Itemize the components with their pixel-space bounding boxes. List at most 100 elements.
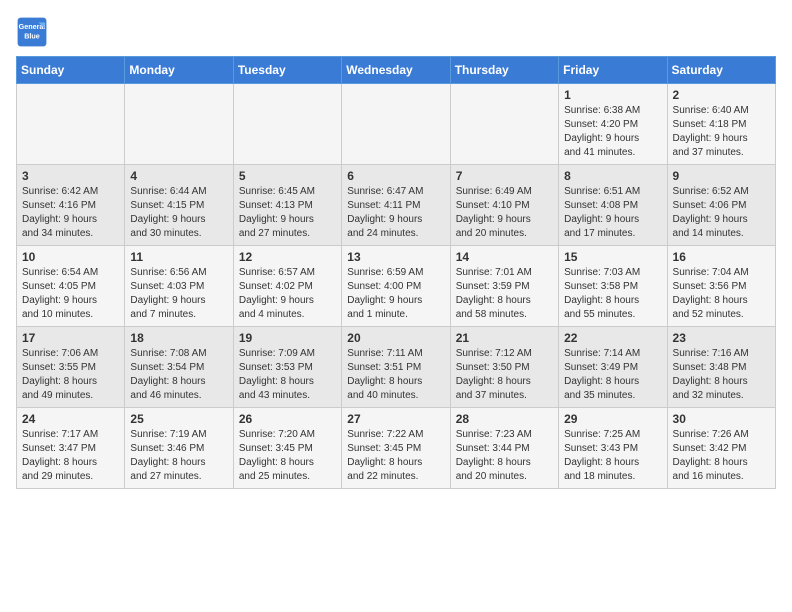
day-info: Sunrise: 7:17 AM Sunset: 3:47 PM Dayligh…	[22, 428, 119, 484]
day-info: Sunrise: 6:40 AM Sunset: 4:18 PM Dayligh…	[673, 104, 770, 160]
day-number: 14	[456, 250, 553, 264]
day-number: 10	[22, 250, 119, 264]
week-row-1: 1 Sunrise: 6:38 AM Sunset: 4:20 PM Daylig…	[17, 84, 776, 165]
day-info: Sunrise: 6:51 AM Sunset: 4:08 PM Dayligh…	[564, 185, 661, 241]
day-cell-2: 2 Sunrise: 6:40 AM Sunset: 4:18 PM Daylig…	[667, 84, 775, 165]
day-info: Sunrise: 6:47 AM Sunset: 4:11 PM Dayligh…	[347, 185, 444, 241]
empty-cell	[450, 84, 558, 165]
day-cell-18: 18 Sunrise: 7:08 AM Sunset: 3:54 PM Dayli…	[125, 327, 233, 408]
day-info: Sunrise: 7:22 AM Sunset: 3:45 PM Dayligh…	[347, 428, 444, 484]
day-info: Sunrise: 7:20 AM Sunset: 3:45 PM Dayligh…	[239, 428, 336, 484]
day-info: Sunrise: 7:01 AM Sunset: 3:59 PM Dayligh…	[456, 266, 553, 322]
day-number: 25	[130, 412, 227, 426]
day-number: 27	[347, 412, 444, 426]
day-cell-21: 21 Sunrise: 7:12 AM Sunset: 3:50 PM Dayli…	[450, 327, 558, 408]
day-number: 26	[239, 412, 336, 426]
weekday-header-sunday: Sunday	[17, 57, 125, 84]
week-row-4: 17Sunrise: 7:06 AM Sunset: 3:55 PM Dayli…	[17, 327, 776, 408]
week-row-3: 10 Sunrise: 6:54 AM Sunset: 4:05 PM Dayli…	[17, 246, 776, 327]
day-cell-5: 5 Sunrise: 6:45 AM Sunset: 4:13 PM Daylig…	[233, 165, 341, 246]
logo-icon: General Blue	[16, 16, 48, 48]
day-number: 28	[456, 412, 553, 426]
day-cell-19: 19 Sunrise: 7:09 AM Sunset: 3:53 PM Dayli…	[233, 327, 341, 408]
day-info: Sunrise: 6:54 AM Sunset: 4:05 PM Dayligh…	[22, 266, 119, 322]
day-cell-17: 17Sunrise: 7:06 AM Sunset: 3:55 PM Dayli…	[17, 327, 125, 408]
day-cell-12: 12 Sunrise: 6:57 AM Sunset: 4:02 PM Dayli…	[233, 246, 341, 327]
weekday-header-monday: Monday	[125, 57, 233, 84]
day-info: Sunrise: 7:16 AM Sunset: 3:48 PM Dayligh…	[673, 347, 770, 403]
svg-text:Blue: Blue	[24, 31, 40, 40]
empty-cell	[17, 84, 125, 165]
day-info: Sunrise: 7:25 AM Sunset: 3:43 PM Dayligh…	[564, 428, 661, 484]
empty-cell	[233, 84, 341, 165]
weekday-header-friday: Friday	[559, 57, 667, 84]
week-row-5: 24 Sunrise: 7:17 AM Sunset: 3:47 PM Dayli…	[17, 408, 776, 489]
day-info: Sunrise: 6:44 AM Sunset: 4:15 PM Dayligh…	[130, 185, 227, 241]
day-number: 16	[673, 250, 770, 264]
day-number: 18	[130, 331, 227, 345]
day-number: 22	[564, 331, 661, 345]
day-info: Sunrise: 6:49 AM Sunset: 4:10 PM Dayligh…	[456, 185, 553, 241]
day-number: 5	[239, 169, 336, 183]
day-cell-25: 25 Sunrise: 7:19 AM Sunset: 3:46 PM Dayli…	[125, 408, 233, 489]
page-header: General Blue	[16, 16, 776, 48]
day-cell-16: 16Sunrise: 7:04 AM Sunset: 3:56 PM Dayli…	[667, 246, 775, 327]
day-number: 24	[22, 412, 119, 426]
day-number: 8	[564, 169, 661, 183]
day-number: 21	[456, 331, 553, 345]
weekday-header-saturday: Saturday	[667, 57, 775, 84]
day-info: Sunrise: 7:03 AM Sunset: 3:58 PM Dayligh…	[564, 266, 661, 322]
empty-cell	[125, 84, 233, 165]
day-number: 13	[347, 250, 444, 264]
day-number: 2	[673, 88, 770, 102]
day-cell-20: 20Sunrise: 7:11 AM Sunset: 3:51 PM Dayli…	[342, 327, 450, 408]
day-info: Sunrise: 6:38 AM Sunset: 4:20 PM Dayligh…	[564, 104, 661, 160]
day-number: 11	[130, 250, 227, 264]
day-info: Sunrise: 7:19 AM Sunset: 3:46 PM Dayligh…	[130, 428, 227, 484]
day-info: Sunrise: 7:09 AM Sunset: 3:53 PM Dayligh…	[239, 347, 336, 403]
day-cell-10: 10 Sunrise: 6:54 AM Sunset: 4:05 PM Dayli…	[17, 246, 125, 327]
day-info: Sunrise: 7:26 AM Sunset: 3:42 PM Dayligh…	[673, 428, 770, 484]
day-cell-1: 1 Sunrise: 6:38 AM Sunset: 4:20 PM Daylig…	[559, 84, 667, 165]
day-number: 7	[456, 169, 553, 183]
day-cell-26: 26 Sunrise: 7:20 AM Sunset: 3:45 PM Dayli…	[233, 408, 341, 489]
logo: General Blue	[16, 16, 48, 48]
calendar-body: 1 Sunrise: 6:38 AM Sunset: 4:20 PM Daylig…	[17, 84, 776, 489]
weekday-header-wednesday: Wednesday	[342, 57, 450, 84]
day-info: Sunrise: 6:52 AM Sunset: 4:06 PM Dayligh…	[673, 185, 770, 241]
day-number: 1	[564, 88, 661, 102]
day-info: Sunrise: 6:57 AM Sunset: 4:02 PM Dayligh…	[239, 266, 336, 322]
day-cell-28: 28 Sunrise: 7:23 AM Sunset: 3:44 PM Dayli…	[450, 408, 558, 489]
day-number: 17	[22, 331, 119, 345]
day-cell-15: 15 Sunrise: 7:03 AM Sunset: 3:58 PM Dayli…	[559, 246, 667, 327]
weekday-row: SundayMondayTuesdayWednesdayThursdayFrid…	[17, 57, 776, 84]
day-cell-22: 22 Sunrise: 7:14 AM Sunset: 3:49 PM Dayli…	[559, 327, 667, 408]
day-info: Sunrise: 7:23 AM Sunset: 3:44 PM Dayligh…	[456, 428, 553, 484]
day-info: Sunrise: 6:45 AM Sunset: 4:13 PM Dayligh…	[239, 185, 336, 241]
day-cell-24: 24 Sunrise: 7:17 AM Sunset: 3:47 PM Dayli…	[17, 408, 125, 489]
day-number: 4	[130, 169, 227, 183]
day-cell-11: 11 Sunrise: 6:56 AM Sunset: 4:03 PM Dayli…	[125, 246, 233, 327]
day-info: Sunrise: 6:56 AM Sunset: 4:03 PM Dayligh…	[130, 266, 227, 322]
day-cell-7: 7 Sunrise: 6:49 AM Sunset: 4:10 PM Daylig…	[450, 165, 558, 246]
day-info: Sunrise: 6:59 AM Sunset: 4:00 PM Dayligh…	[347, 266, 444, 322]
day-info: Sunrise: 6:42 AM Sunset: 4:16 PM Dayligh…	[22, 185, 119, 241]
day-cell-23: 23 Sunrise: 7:16 AM Sunset: 3:48 PM Dayli…	[667, 327, 775, 408]
day-cell-30: 30 Sunrise: 7:26 AM Sunset: 3:42 PM Dayli…	[667, 408, 775, 489]
day-info: Sunrise: 7:08 AM Sunset: 3:54 PM Dayligh…	[130, 347, 227, 403]
day-info: Sunrise: 7:12 AM Sunset: 3:50 PM Dayligh…	[456, 347, 553, 403]
weekday-header-thursday: Thursday	[450, 57, 558, 84]
day-number: 19	[239, 331, 336, 345]
day-number: 12	[239, 250, 336, 264]
day-number: 29	[564, 412, 661, 426]
day-number: 15	[564, 250, 661, 264]
day-cell-29: 29 Sunrise: 7:25 AM Sunset: 3:43 PM Dayli…	[559, 408, 667, 489]
day-number: 23	[673, 331, 770, 345]
day-info: Sunrise: 7:14 AM Sunset: 3:49 PM Dayligh…	[564, 347, 661, 403]
calendar-table: SundayMondayTuesdayWednesdayThursdayFrid…	[16, 56, 776, 489]
week-row-2: 3Sunrise: 6:42 AM Sunset: 4:16 PM Daylig…	[17, 165, 776, 246]
day-info: Sunrise: 7:11 AM Sunset: 3:51 PM Dayligh…	[347, 347, 444, 403]
empty-cell	[342, 84, 450, 165]
day-cell-8: 8 Sunrise: 6:51 AM Sunset: 4:08 PM Daylig…	[559, 165, 667, 246]
day-number: 30	[673, 412, 770, 426]
